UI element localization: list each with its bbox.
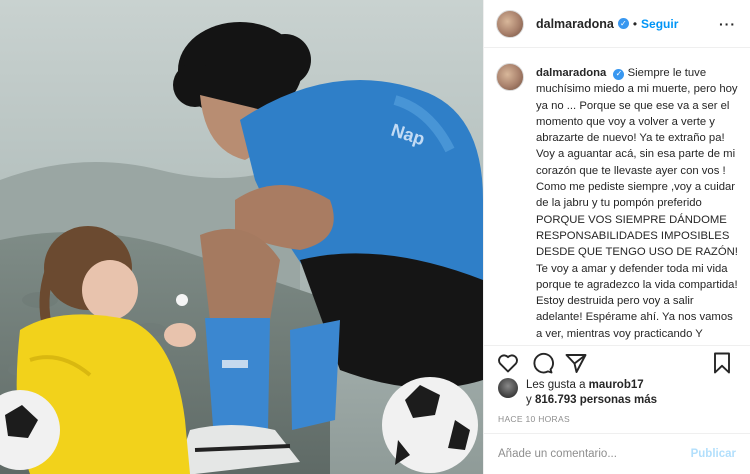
caption-username[interactable]: dalmaradona — [536, 67, 606, 79]
more-options-icon[interactable]: ··· — [719, 16, 736, 32]
likes-prefix: Les gusta a — [526, 379, 586, 391]
likes-and: y — [526, 393, 532, 406]
liker-username[interactable]: maurob17 — [589, 379, 644, 391]
post-header: dalmaradona ✓ • Seguir ··· — [484, 0, 750, 48]
follow-button[interactable]: Seguir — [641, 17, 678, 31]
likes-count[interactable]: 816.793 personas más — [535, 394, 657, 406]
heart-icon[interactable] — [496, 351, 520, 375]
caption-section: dalmaradona ✓ Siempre le tuve muchísimo … — [484, 58, 750, 345]
likes-text: Les gusta a maurob17 y 816.793 personas … — [526, 378, 657, 407]
caption: dalmaradona ✓ Siempre le tuve muchísimo … — [536, 58, 738, 345]
author-username[interactable]: dalmaradona — [536, 17, 614, 31]
post-photo[interactable]: Nap — [0, 0, 483, 474]
action-bar — [484, 345, 750, 379]
comment-input[interactable] — [498, 448, 678, 460]
likes-row: Les gusta a maurob17 y 816.793 personas … — [498, 378, 748, 407]
caption-verified-badge-icon: ✓ — [613, 68, 625, 80]
bookmark-icon[interactable] — [710, 351, 734, 375]
comment-icon[interactable] — [530, 351, 554, 375]
author-avatar[interactable] — [496, 9, 524, 38]
publish-button[interactable]: Publicar — [691, 448, 736, 460]
comment-bar: Publicar — [484, 433, 750, 474]
caption-text: Siempre le tuve muchísimo miedo a mi mue… — [536, 67, 738, 345]
liker-avatar[interactable] — [498, 378, 518, 398]
photo-illustration: Nap — [0, 0, 483, 474]
verified-badge-icon: ✓ — [617, 18, 629, 29]
separator-dot: • — [632, 16, 638, 31]
instagram-post: Nap dalmaradona ✓ • Seguir ··· dalmarado… — [0, 0, 750, 474]
post-timestamp[interactable]: HACE 10 HORAS — [498, 414, 570, 424]
post-sidebar: dalmaradona ✓ • Seguir ··· dalmaradona ✓… — [483, 0, 750, 474]
caption-avatar[interactable] — [496, 63, 524, 91]
share-icon[interactable] — [564, 351, 588, 375]
